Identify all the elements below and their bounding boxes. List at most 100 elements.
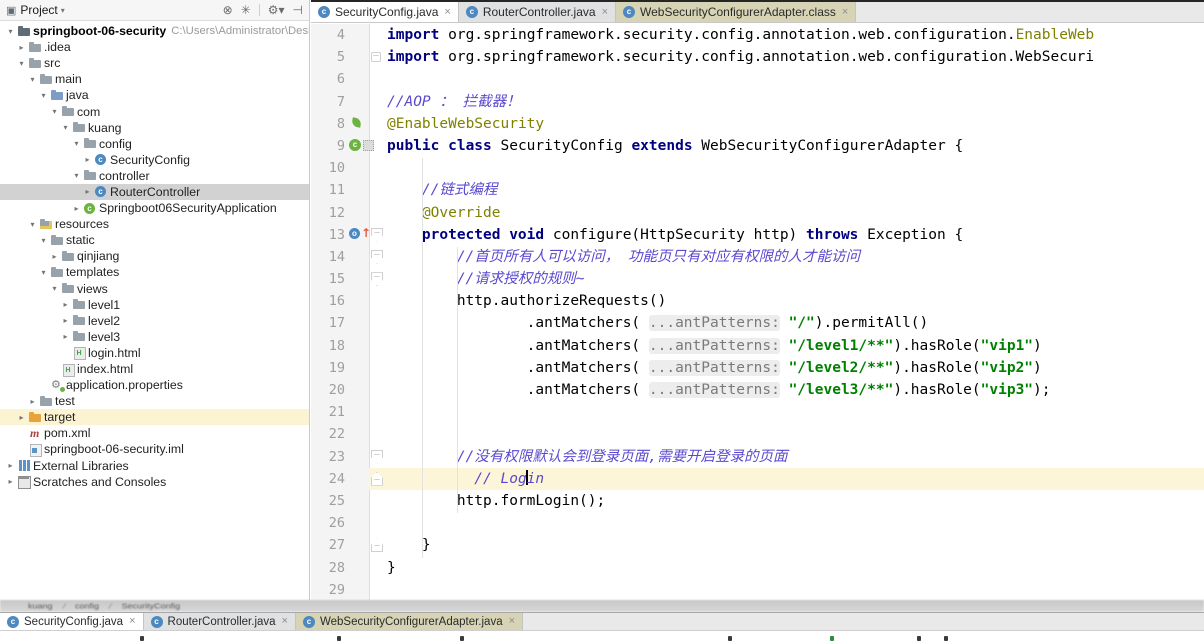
code-line[interactable]: 17 .antMatchers( ...antPatterns: "/").per…	[311, 312, 1204, 334]
code-line[interactable]: 24 // Login	[311, 467, 1204, 491]
breadcrumb-item[interactable]: kuang	[28, 602, 53, 610]
line-number[interactable]: 28	[311, 557, 345, 579]
code-line[interactable]: 21	[311, 401, 1204, 423]
close-icon[interactable]: ×	[602, 6, 608, 18]
tree-item[interactable]: ▾ com	[0, 103, 309, 119]
tree-item[interactable]: ▾ views	[0, 281, 309, 297]
tree-chevron-icon[interactable]: ▸	[26, 397, 39, 406]
tree-item[interactable]: ▸ External Libraries	[0, 458, 309, 474]
line-number[interactable]: 9	[311, 135, 345, 157]
code-line[interactable]: 9 public class SecurityConfig extends Web…	[311, 135, 1204, 157]
code-line[interactable]: 26	[311, 512, 1204, 534]
line-number[interactable]: 27	[311, 534, 345, 556]
tree-item[interactable]: ▸ Scratches and Consoles	[0, 474, 309, 490]
line-number[interactable]: 22	[311, 423, 345, 445]
tree-item[interactable]: login.html	[0, 345, 309, 361]
tree-item[interactable]: index.html	[0, 361, 309, 377]
code-line[interactable]: 11 //链式编程	[311, 179, 1204, 201]
line-number[interactable]: 8	[311, 113, 345, 135]
line-number[interactable]: 5	[311, 46, 345, 68]
line-number[interactable]: 21	[311, 401, 345, 423]
editor-tab[interactable]: c WebSecurityConfigurerAdapter.class ×	[616, 2, 857, 22]
line-number[interactable]: 18	[311, 335, 345, 357]
fold-marker-icon[interactable]	[371, 272, 383, 287]
line-number[interactable]: 12	[311, 202, 345, 224]
collapse-all-icon[interactable]: ✳	[241, 4, 251, 16]
code-line[interactable]: 25 http.formLogin();	[311, 490, 1204, 512]
code-line[interactable]: 18 .antMatchers( ...antPatterns: "/level1…	[311, 335, 1204, 357]
line-number[interactable]: 23	[311, 446, 345, 468]
code-line[interactable]: 12 @Override	[311, 202, 1204, 224]
line-number[interactable]: 25	[311, 490, 345, 512]
code-line[interactable]: 29	[311, 579, 1204, 600]
close-icon[interactable]: ×	[509, 616, 515, 627]
tree-chevron-icon[interactable]: ▸	[48, 252, 61, 261]
tree-item[interactable]: ▸ level2	[0, 313, 309, 329]
tree-item[interactable]: pom.xml	[0, 425, 309, 441]
tree-chevron-icon[interactable]: ▾	[4, 27, 17, 36]
editor-tab[interactable]: c WebSecurityConfigurerAdapter.java ×	[295, 613, 524, 630]
line-number[interactable]: 14	[311, 246, 345, 268]
chevron-down-icon[interactable]: ▾	[61, 6, 65, 15]
tree-item[interactable]: ▾ resources	[0, 216, 309, 232]
editor-tab[interactable]: c SecurityConfig.java ×	[0, 613, 144, 630]
tree-chevron-icon[interactable]: ▸	[4, 461, 17, 470]
editor-tab[interactable]: c SecurityConfig.java ×	[311, 2, 459, 22]
settings-gear-icon[interactable]: ⚙▾	[268, 4, 285, 16]
tree-chevron-icon[interactable]: ▸	[81, 187, 94, 196]
tree-chevron-icon[interactable]: ▸	[70, 204, 83, 213]
tree-item[interactable]: ▾ src	[0, 55, 309, 71]
tree-item[interactable]: ▾ controller	[0, 168, 309, 184]
tree-item[interactable]: ▸ .idea	[0, 39, 309, 55]
tree-item[interactable]: ▾ kuang	[0, 120, 309, 136]
code-line[interactable]: 14 //首页所有人可以访问， 功能页只有对应有权限的人才能访问	[311, 246, 1204, 268]
tree-item[interactable]: ▾ templates	[0, 264, 309, 280]
fold-marker-icon[interactable]	[371, 227, 383, 242]
tree-item[interactable]: ▸ test	[0, 393, 309, 409]
code-line[interactable]: 8 @EnableWebSecurity	[311, 113, 1204, 135]
tree-chevron-icon[interactable]: ▸	[59, 300, 72, 309]
code-line[interactable]: 28}	[311, 557, 1204, 579]
line-number[interactable]: 7	[311, 91, 345, 113]
tree-item[interactable]: ▸ level1	[0, 297, 309, 313]
editor-tab[interactable]: c RouterController.java ×	[458, 2, 616, 22]
line-number[interactable]: 11	[311, 179, 345, 201]
tree-chevron-icon[interactable]: ▾	[59, 123, 72, 132]
tree-item[interactable]: ▾ config	[0, 136, 309, 152]
tree-chevron-icon[interactable]: ▾	[48, 107, 61, 116]
tree-item[interactable]: ▸ target	[0, 409, 309, 426]
locate-file-icon[interactable]: ⊗	[223, 4, 233, 16]
line-number[interactable]: 24	[311, 468, 345, 490]
breadcrumb-item[interactable]: config	[75, 602, 99, 610]
tree-chevron-icon[interactable]: ▸	[59, 316, 72, 325]
tree-chevron-icon[interactable]: ▾	[48, 284, 61, 293]
tree-item[interactable]: ▸ SecurityConfig	[0, 152, 309, 168]
code-line[interactable]: 16 http.authorizeRequests()	[311, 290, 1204, 312]
fold-marker-icon[interactable]	[371, 249, 383, 264]
tree-item[interactable]: ▸ RouterController	[0, 183, 309, 201]
tree-chevron-icon[interactable]: ▾	[26, 220, 39, 229]
code-line[interactable]: 10	[311, 157, 1204, 179]
fold-marker-icon[interactable]	[371, 449, 383, 464]
tree-chevron-icon[interactable]: ▾	[26, 75, 39, 84]
code-line[interactable]: 27}	[311, 534, 1204, 556]
line-number[interactable]: 19	[311, 357, 345, 379]
code-line[interactable]: 19 .antMatchers( ...antPatterns: "/level2…	[311, 357, 1204, 379]
line-number[interactable]: 29	[311, 579, 345, 600]
code-line[interactable]: 6	[311, 68, 1204, 90]
code-line[interactable]: 5 import org.springframework.security.con…	[311, 46, 1204, 68]
line-number[interactable]: 26	[311, 512, 345, 534]
tree-item[interactable]: ▾ java	[0, 87, 309, 103]
tree-chevron-icon[interactable]: ▸	[15, 43, 28, 52]
code-line[interactable]: 15 //请求授权的规则~	[311, 268, 1204, 290]
tree-item[interactable]: ▸ level3	[0, 329, 309, 345]
tree-chevron-icon[interactable]: ▸	[81, 155, 94, 164]
tree-chevron-icon[interactable]: ▾	[37, 268, 50, 277]
tree-item[interactable]: application.properties	[0, 377, 309, 393]
line-number[interactable]: 15	[311, 268, 345, 290]
tree-item[interactable]: ▸ Springboot06SecurityApplication	[0, 200, 309, 216]
tree-chevron-icon[interactable]: ▾	[37, 236, 50, 245]
tree-chevron-icon[interactable]: ▸	[15, 413, 28, 422]
tree-item[interactable]: ▾ springboot-06-security C:\Users\Administ…	[0, 23, 309, 39]
code-editor[interactable]: 4 import org.springframework.security.con…	[311, 24, 1204, 600]
